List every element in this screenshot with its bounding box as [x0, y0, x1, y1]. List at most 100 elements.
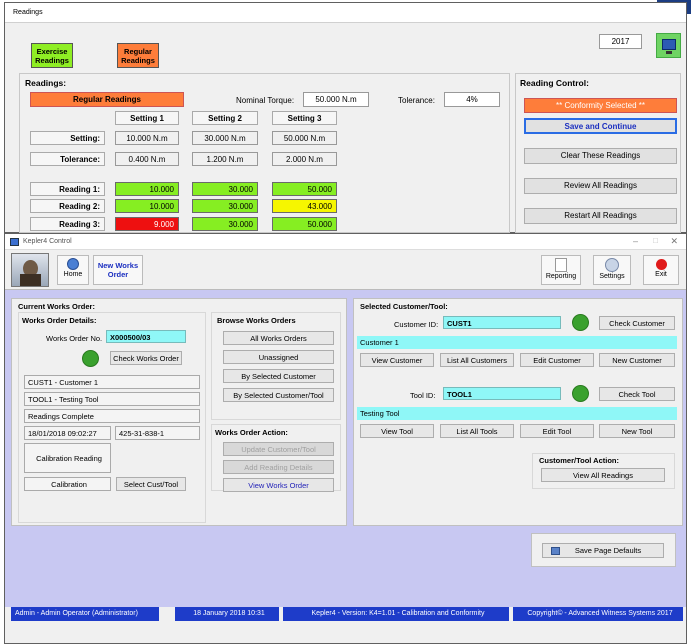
add-reading-details-button[interactable]: Add Reading Details — [223, 460, 334, 474]
kepler-window-title: Kepler4 Control — [23, 238, 72, 245]
minimize-icon[interactable]: – — [633, 236, 638, 246]
reading-2-setting-3-value[interactable]: 43.000 — [272, 199, 337, 213]
reading-2-setting-2-value[interactable]: 30.000 — [192, 199, 258, 213]
exit-button[interactable]: Exit — [643, 255, 679, 285]
new-tool-button[interactable]: New Tool — [599, 424, 675, 438]
by-selected-customer-tool-button[interactable]: By Selected Customer/Tool — [223, 388, 334, 402]
current-works-order-panel: Current Works Order: Works Order Details… — [11, 298, 347, 526]
reading-2-setting-1-value[interactable]: 10.000 — [115, 199, 179, 213]
save-page-defaults-button[interactable]: Save Page Defaults — [542, 543, 664, 558]
browse-title: Browse Works Orders — [217, 316, 296, 325]
reading-1-setting-3-value[interactable]: 50.000 — [272, 182, 337, 196]
reading-3-setting-3-value[interactable]: 50.000 — [272, 217, 337, 231]
tool-field: TOOL1 - Testing Tool — [24, 392, 200, 406]
main-area: Current Works Order: Works Order Details… — [5, 290, 686, 608]
edit-tool-button[interactable]: Edit Tool — [520, 424, 594, 438]
check-works-order-button[interactable]: Check Works Order — [110, 351, 182, 365]
list-all-customers-button[interactable]: List All Customers — [440, 353, 514, 367]
edit-customer-button[interactable]: Edit Customer — [520, 353, 594, 367]
works-order-no-label: Works Order No. — [46, 334, 102, 343]
tolerance-2-value: 1.200 N.m — [192, 152, 258, 166]
restart-readings-button[interactable]: Restart All Readings — [524, 208, 677, 224]
reading-1-setting-1-value[interactable]: 10.000 — [115, 182, 179, 196]
home-icon — [67, 258, 79, 270]
tolerance-value: 4% — [444, 92, 500, 107]
setting-row-label: Setting: — [30, 131, 105, 145]
save-icon — [551, 547, 560, 555]
list-all-tools-button[interactable]: List All Tools — [440, 424, 514, 438]
reading-1-label: Reading 1: — [30, 182, 105, 196]
all-works-orders-button[interactable]: All Works Orders — [223, 331, 334, 345]
works-order-no-field[interactable]: X000500/03 — [106, 330, 186, 343]
status-field: Readings Complete — [24, 409, 200, 423]
setting-1-header: Setting 1 — [115, 111, 179, 125]
reading-2-label: Reading 2: — [30, 199, 105, 213]
check-icon — [82, 350, 99, 367]
tolerance-1-value: 0.400 N.m — [115, 152, 179, 166]
browse-works-orders-panel: Browse Works Orders All Works Orders Una… — [211, 312, 341, 420]
setting-2-value: 30.000 N.m — [192, 131, 258, 145]
unassigned-button[interactable]: Unassigned — [223, 350, 334, 364]
tolerance-3-value: 2.000 N.m — [272, 152, 337, 166]
calibration-reading-field: Calibration Reading — [24, 443, 111, 473]
reading-3-setting-2-value[interactable]: 30.000 — [192, 217, 258, 231]
check-customer-button[interactable]: Check Customer — [599, 316, 675, 330]
maximize-icon[interactable]: □ — [653, 236, 658, 245]
mode-indicator: Regular Readings — [30, 92, 184, 107]
tool-check-icon — [572, 385, 589, 402]
setting-3-header: Setting 3 — [272, 111, 337, 125]
view-all-readings-button[interactable]: View All Readings — [541, 468, 665, 482]
reading-control-title: Reading Control: — [520, 78, 589, 88]
save-defaults-panel: Save Page Defaults — [531, 533, 676, 567]
tolerance-row-label: Tolerance: — [30, 152, 105, 166]
settings-button[interactable]: Settings — [593, 255, 631, 285]
stop-icon — [656, 259, 667, 270]
year-field[interactable]: 2017 — [599, 34, 642, 49]
new-works-order-button[interactable]: New Works Order — [93, 255, 143, 285]
update-customer-tool-button[interactable]: Update Customer/Tool — [223, 442, 334, 456]
reading-3-setting-1-value[interactable]: 9.000 — [115, 217, 179, 231]
check-tool-button[interactable]: Check Tool — [599, 387, 675, 401]
save-page-defaults-label: Save Page Defaults — [575, 546, 641, 555]
tool-id-label: Tool ID: — [410, 391, 435, 400]
clear-readings-button[interactable]: Clear These Readings — [524, 148, 677, 164]
reading-control-panel: Reading Control: ** Conformity Selected … — [515, 73, 681, 233]
save-continue-button[interactable]: Save and Continue — [524, 118, 677, 134]
reading-3-label: Reading 3: — [30, 217, 105, 231]
reading-1-setting-2-value[interactable]: 30.000 — [192, 182, 258, 196]
setting-2-header: Setting 2 — [192, 111, 258, 125]
new-customer-button[interactable]: New Customer — [599, 353, 675, 367]
view-tool-button[interactable]: View Tool — [360, 424, 434, 438]
nominal-torque-value: 50.000 N.m — [303, 92, 369, 107]
by-selected-customer-button[interactable]: By Selected Customer — [223, 369, 334, 383]
works-order-action-panel: Works Order Action: Update Customer/Tool… — [211, 424, 341, 491]
readings-title: Readings: — [25, 78, 66, 88]
regular-readings-button[interactable]: Regular Readings — [117, 43, 159, 68]
customer-tool-action-title: Customer/Tool Action: — [539, 456, 619, 465]
monitor-icon[interactable] — [656, 33, 681, 58]
tool-id-field[interactable]: TOOL1 — [443, 387, 561, 400]
settings-gear-icon — [605, 258, 619, 272]
readings-window-title: Readings — [5, 3, 686, 23]
status-version: Kepler4 - Version: K4=1.01 - Calibration… — [283, 607, 509, 621]
tool-name-bar: Testing Tool — [357, 407, 677, 420]
exercise-readings-button[interactable]: Exercise Readings — [31, 43, 73, 68]
view-works-order-button[interactable]: View Works Order — [223, 478, 334, 492]
view-customer-button[interactable]: View Customer — [360, 353, 434, 367]
close-icon[interactable]: ✕ — [670, 236, 678, 247]
status-date: 18 January 2018 10:31 — [175, 607, 279, 621]
reporting-button[interactable]: Reporting — [541, 255, 581, 285]
review-readings-button[interactable]: Review All Readings — [524, 178, 677, 194]
settings-label: Settings — [599, 273, 624, 280]
current-works-order-title: Current Works Order: — [18, 302, 95, 311]
home-button[interactable]: Home — [57, 255, 89, 285]
select-cust-tool-button[interactable]: Select Cust/Tool — [116, 477, 186, 491]
code-field: 425-31-838-1 — [115, 426, 200, 440]
customer-id-field[interactable]: CUST1 — [443, 316, 561, 329]
toolbar: Home New Works Order Reporting Settings … — [5, 250, 686, 290]
customer-id-label: Customer ID: — [394, 320, 438, 329]
reporting-label: Reporting — [546, 273, 576, 280]
works-order-action-title: Works Order Action: — [215, 428, 288, 437]
status-user: Admin - Admin Operator (Administrator) — [11, 607, 159, 621]
home-label: Home — [64, 271, 83, 278]
